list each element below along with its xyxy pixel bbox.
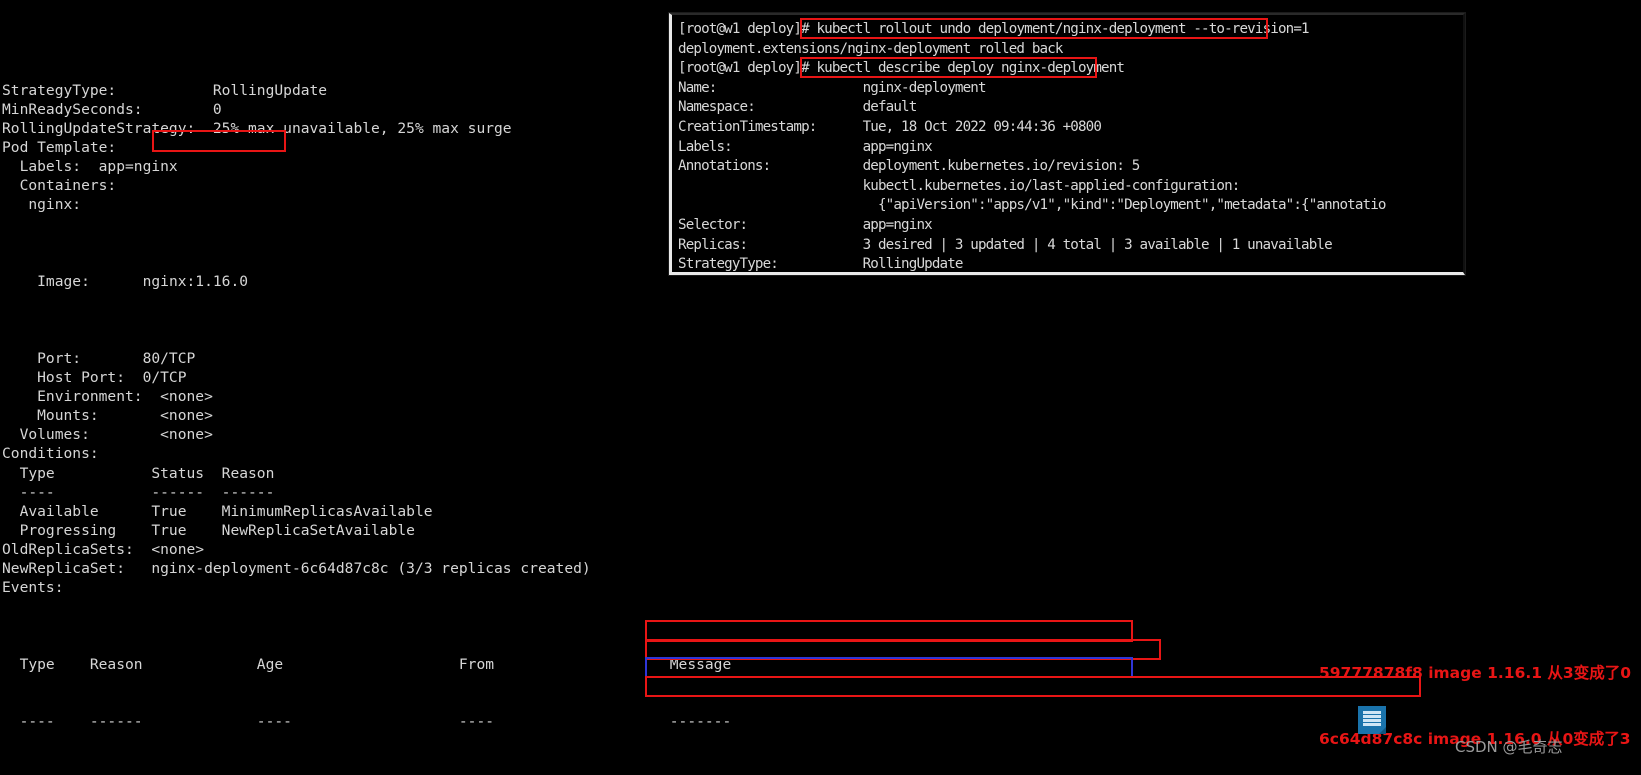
output-line: Host Port: 0/TCP	[2, 368, 187, 386]
command-line: [root@w1 deploy]# kubectl describe deplo…	[678, 59, 1463, 79]
watermark: CSDN @毛奇志	[1455, 738, 1563, 756]
output-line: StrategyType: RollingUpdate	[678, 256, 963, 273]
output-line: Volumes: <none>	[2, 426, 213, 444]
container-detail-block: Port: 80/TCP Host Port: 0/TCP Environmen…	[2, 349, 1641, 598]
output-line: Name: nginx-deployment	[678, 79, 987, 96]
output-line: Labels: app=nginx	[678, 138, 933, 155]
command-text: kubectl rollout undo deployment/nginx-de…	[808, 21, 1309, 37]
shell-prompt: [root@w1 deploy]#	[678, 21, 810, 37]
output-line: Available True MinimumReplicasAvailable	[2, 502, 433, 520]
output-line: CreationTimestamp: Tue, 18 Oct 2022 09:4…	[678, 118, 1102, 135]
output-line: NewReplicaSet: nginx-deployment-6c64d87c…	[2, 560, 591, 578]
output-line: Replicas: 3 desired | 3 updated | 4 tota…	[678, 236, 1333, 253]
shell-prompt: [root@w1 deploy]#	[678, 60, 810, 77]
foreground-terminal-window[interactable]: [root@w1 deploy]# kubectl rollout undo d…	[669, 13, 1465, 275]
output-line: {"apiVersion":"apps/v1","kind":"Deployme…	[678, 197, 1387, 214]
annotation-line-1: 59777878f8 image 1.16.1 从3变成了0	[1318, 664, 1631, 682]
output-line: Environment: <none>	[2, 387, 213, 405]
output-line: Events:	[2, 579, 64, 597]
output-line: Namespace: default	[678, 99, 917, 116]
image-value: nginx:1.16.0	[142, 273, 249, 291]
output-line: ---- ------ ------	[2, 483, 275, 501]
screen: StrategyType: RollingUpdate MinReadySecon…	[0, 0, 1641, 775]
command-line: [root@w1 deploy]# kubectl rollout undo d…	[678, 20, 1463, 40]
output-line: kubectl.kubernetes.io/last-applied-confi…	[678, 177, 1241, 194]
output-line: Conditions:	[2, 445, 99, 463]
output-line: Selector: app=nginx	[678, 216, 933, 233]
output-line: deployment.extensions/nginx-deployment r…	[678, 40, 1063, 57]
output-line: Progressing True NewReplicaSetAvailable	[2, 521, 415, 539]
output-line: Mounts: <none>	[2, 407, 213, 425]
output-line: Port: 80/TCP	[2, 349, 196, 367]
foreground-terminal-content: [root@w1 deploy]# kubectl rollout undo d…	[672, 15, 1463, 273]
output-line: Annotations: deployment.kubernetes.io/re…	[678, 158, 1140, 175]
output-line: OldReplicaSets: <none>	[2, 541, 205, 559]
output-line: Type Status Reason	[2, 464, 275, 482]
document-icon[interactable]	[1358, 706, 1386, 734]
command-text: kubectl describe deploy nginx-deployment	[808, 60, 1125, 77]
